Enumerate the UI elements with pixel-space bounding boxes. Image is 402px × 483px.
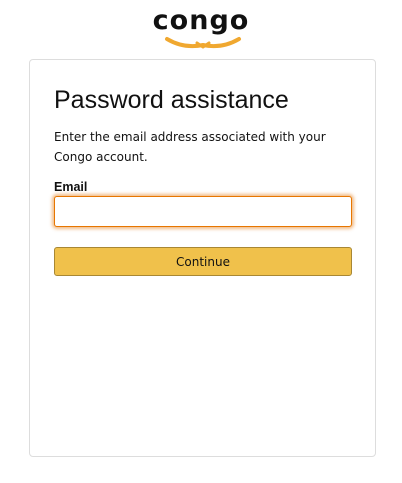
- logo-smile-icon: [165, 37, 241, 49]
- email-field[interactable]: [54, 196, 352, 227]
- page: congo Password assistance Enter the emai…: [0, 0, 402, 483]
- congo-logo[interactable]: congo: [0, 4, 402, 50]
- continue-button[interactable]: Continue: [54, 247, 352, 276]
- password-assistance-card: Password assistance Enter the email addr…: [29, 59, 376, 457]
- email-label: Email: [54, 180, 88, 194]
- page-title: Password assistance: [54, 86, 289, 114]
- logo-wordmark: congo: [152, 5, 250, 36]
- instructions-text: Enter the email address associated with …: [54, 130, 326, 164]
